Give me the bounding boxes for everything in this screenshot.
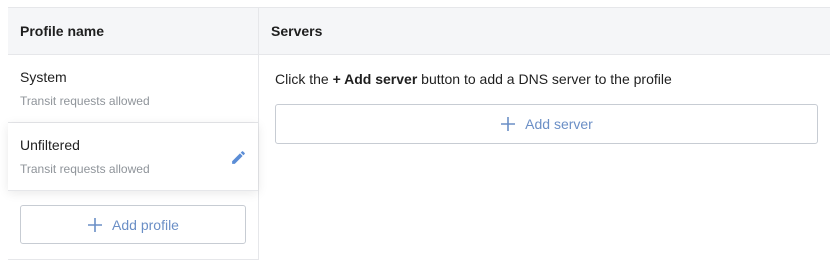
profile-list: System Transit requests allowed Unfilter… [8,55,259,260]
pencil-icon [231,150,245,164]
dns-profiles-panel: Profile name Servers System Transit requ… [0,0,830,271]
profile-subtitle: Transit requests allowed [20,94,150,108]
table-header: Profile name Servers [8,7,830,55]
add-profile-button[interactable]: Add profile [20,205,246,244]
profile-item-system[interactable]: System Transit requests allowed [8,55,258,123]
add-server-label: Add server [525,116,593,132]
profile-name: Unfiltered [20,137,80,153]
plus-icon [500,116,516,132]
hint-prefix: Click the [275,71,333,87]
add-profile-label: Add profile [112,216,179,233]
column-header-profile-name: Profile name [20,23,105,39]
servers-empty-hint: Click the + Add server button to add a D… [275,71,672,87]
add-server-button[interactable]: Add server [275,104,818,144]
column-header-servers: Servers [271,23,323,39]
column-divider [258,8,259,54]
profile-subtitle: Transit requests allowed [20,162,150,176]
hint-bold: + Add server [332,71,418,87]
profile-item-unfiltered[interactable]: Unfiltered Transit requests allowed [8,123,258,191]
plus-icon [87,217,103,233]
hint-suffix: button to add a DNS server to the profil… [417,71,672,87]
edit-profile-button[interactable] [228,147,248,167]
profile-name: System [20,69,67,85]
